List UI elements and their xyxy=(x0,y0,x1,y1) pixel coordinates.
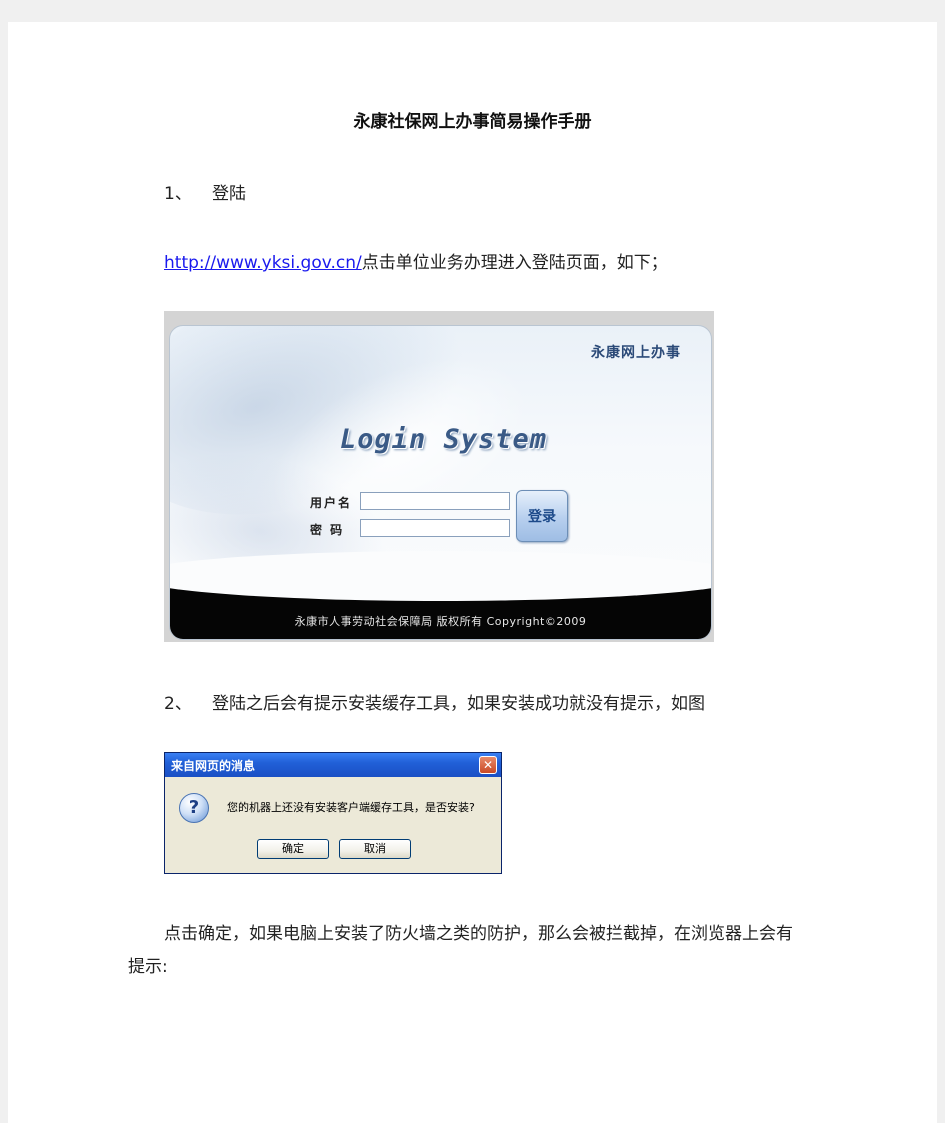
url-paragraph-text: 点击单位业务办理进入登陆页面，如下； xyxy=(361,253,668,273)
login-panel: 永康网上办事 Login System 用户名 密 码 登录 永康市人事劳动社会… xyxy=(169,325,712,640)
footer-curve xyxy=(170,551,711,601)
close-icon[interactable]: ✕ xyxy=(479,756,497,774)
cancel-button[interactable]: 取消 xyxy=(339,839,411,859)
site-link[interactable]: http://www.yksi.gov.cn/ xyxy=(164,253,362,273)
username-input[interactable] xyxy=(360,492,510,510)
copyright-footer: 永康市人事劳动社会保障局 版权所有 Copyright©2009 xyxy=(294,615,587,628)
url-paragraph: http://www.yksi.gov.cn/点击单位业务办理进入登陆页面，如下… xyxy=(164,248,668,273)
step-2-number: 2、 xyxy=(164,694,192,714)
step-1-number: 1、 xyxy=(164,184,192,204)
dialog-message: 您的机器上还没有安装客户端缓存工具，是否安装? xyxy=(227,801,475,814)
brand-label: 永康网上办事 xyxy=(591,345,681,361)
message-dialog: 来自网页的消息 ✕ ? 您的机器上还没有安装客户端缓存工具，是否安装? 确定 取… xyxy=(164,752,502,874)
question-icon: ? xyxy=(179,793,209,823)
step-1-text: 登陆 xyxy=(212,184,246,204)
document-title: 永康社保网上办事简易操作手册 xyxy=(353,112,592,132)
login-system-title: Login System xyxy=(340,424,548,455)
dialog-titlebar: 来自网页的消息 ✕ xyxy=(165,753,501,777)
dialog-title: 来自网页的消息 xyxy=(171,759,256,773)
step-2-text: 登陆之后会有提示安装缓存工具，如果安装成功就没有提示，如图 xyxy=(212,694,705,714)
login-button[interactable]: 登录 xyxy=(516,490,568,542)
password-label: 密 码 xyxy=(310,523,345,537)
body-paragraph-line-1: 点击确定，如果电脑上安装了防火墙之类的防护，那么会被拦截掉，在浏览器上会有 xyxy=(164,924,793,944)
username-label: 用户名 xyxy=(310,496,353,510)
ok-button[interactable]: 确定 xyxy=(257,839,329,859)
login-screenshot: 永康网上办事 Login System 用户名 密 码 登录 永康市人事劳动社会… xyxy=(164,311,714,642)
document-page: 永康社保网上办事简易操作手册 1、 登陆 http://www.yksi.gov… xyxy=(8,22,937,1123)
password-input[interactable] xyxy=(360,519,510,537)
body-paragraph-line-2: 提示: xyxy=(128,957,168,977)
